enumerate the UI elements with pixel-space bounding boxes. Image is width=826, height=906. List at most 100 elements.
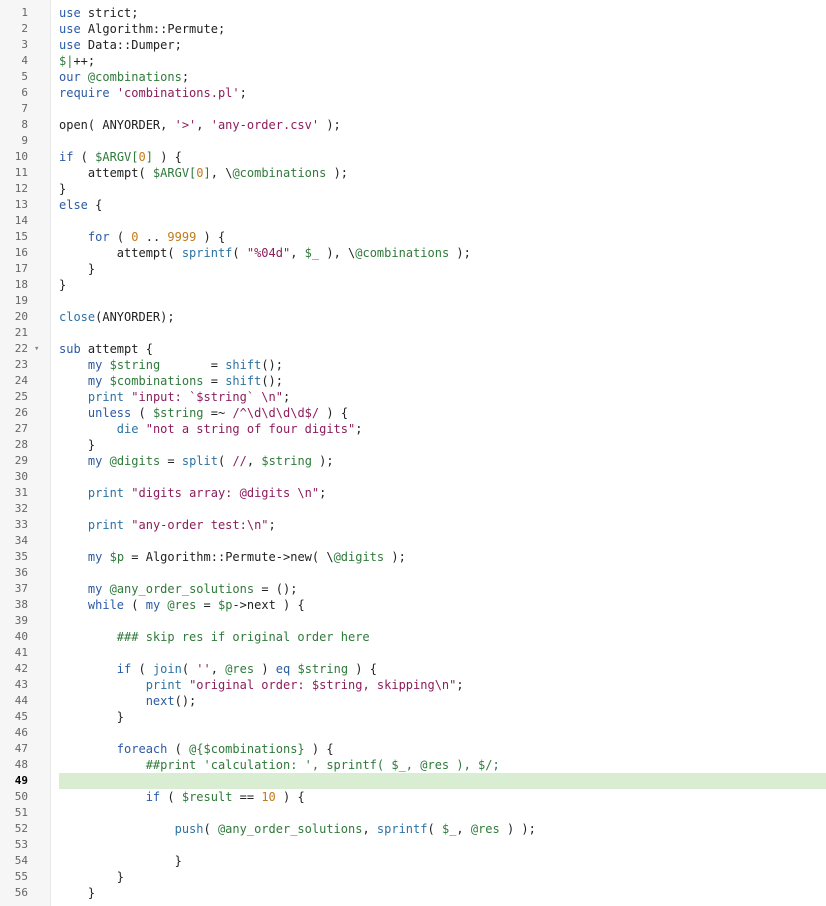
code-editor[interactable]: 1 2 3 4 5 6 7 8 9 10 11 12 13 14 15 16 17 18 19 20 21 22 ▾ 23 24… xyxy=(0,0,826,906)
code-token: $| xyxy=(59,54,74,68)
code-line[interactable]: attempt( sprintf( "%04d", $_ ), \@combin… xyxy=(59,245,471,261)
code-token: "original order: $string, skipping\n" xyxy=(189,678,457,692)
code-line[interactable]: if ( $ARGV[0] ) { xyxy=(59,149,182,165)
code-area[interactable]: use strict; use Algorithm::Permute; use Da… xyxy=(50,0,826,906)
fold-toggle-icon[interactable]: ▾ xyxy=(34,341,39,357)
code-line[interactable]: use strict; xyxy=(59,5,138,21)
code-token: require xyxy=(59,86,110,100)
line-number: 51 xyxy=(14,806,28,819)
code-token: ) ); xyxy=(499,822,536,836)
code-line[interactable]: if ( join( '', @res ) eq $string ) { xyxy=(59,661,377,677)
code-token: my xyxy=(145,598,161,612)
code-line[interactable]: print "digits array: @digits \n"; xyxy=(59,485,326,501)
code-token: our xyxy=(59,70,81,84)
code-line[interactable]: print "original order: $string, skipping… xyxy=(59,677,464,693)
code-token: { xyxy=(87,198,103,212)
code-line[interactable]: } xyxy=(59,437,95,453)
code-line[interactable]: } xyxy=(59,277,66,293)
code-line[interactable]: } xyxy=(59,181,66,197)
code-token: use xyxy=(59,38,81,52)
code-token: $string xyxy=(297,662,349,676)
code-token: ++; xyxy=(73,54,96,68)
code-token: ( xyxy=(232,246,247,260)
code-token: , \ xyxy=(210,166,233,180)
code-token: ( xyxy=(167,742,190,756)
code-line[interactable]: use Data::Dumper; xyxy=(59,37,182,53)
code-token: ); xyxy=(319,118,341,132)
code-line[interactable]: my $string = shift(); xyxy=(59,357,283,373)
code-line[interactable]: require 'combinations.pl'; xyxy=(59,85,247,101)
code-token: ) { xyxy=(196,230,226,244)
code-token: @combinations xyxy=(355,246,450,260)
code-line[interactable]: else { xyxy=(59,197,102,213)
code-line[interactable]: print "any-order test:\n"; xyxy=(59,517,276,533)
code-line[interactable]: } xyxy=(59,709,124,725)
code-line[interactable]: our @combinations; xyxy=(59,69,189,85)
code-token: } xyxy=(59,182,67,196)
code-token: @res xyxy=(470,822,500,836)
line-number: 13 xyxy=(14,198,28,211)
line-number: 54 xyxy=(14,854,28,867)
line-number: 6 xyxy=(21,86,28,99)
code-line[interactable]: ### skip res if original order here xyxy=(59,629,370,645)
line-number: 26 xyxy=(14,406,28,419)
code-line[interactable]: $|++; xyxy=(59,53,95,69)
code-token: 0 xyxy=(196,166,204,180)
code-token: $result xyxy=(181,790,233,804)
code-token: @any_order_solutions xyxy=(217,822,363,836)
code-token: } xyxy=(59,886,96,900)
code-line[interactable]: attempt( $ARGV[0], \@combinations ); xyxy=(59,165,348,181)
code-token: = xyxy=(203,374,226,388)
line-number: 56 xyxy=(14,886,28,899)
code-line[interactable]: my $p = Algorithm::Permute->new( \@digit… xyxy=(59,549,406,565)
code-token: ( xyxy=(427,822,442,836)
code-line[interactable]: foreach ( @{$combinations} ) { xyxy=(59,741,334,757)
code-token: if xyxy=(116,662,132,676)
code-line[interactable]: if ( $result == 10 ) { xyxy=(59,789,305,805)
code-token: (ANYORDER); xyxy=(95,310,175,324)
code-line[interactable]: my $combinations = shift(); xyxy=(59,373,283,389)
line-number: 22 xyxy=(14,342,28,355)
code-line[interactable]: sub attempt { xyxy=(59,341,153,357)
code-line[interactable]: } xyxy=(59,261,95,277)
code-line[interactable]: print "input: `$string` \n"; xyxy=(59,389,290,405)
code-token: '' xyxy=(196,662,211,676)
code-line[interactable]: push( @any_order_solutions, sprintf( $_,… xyxy=(59,821,536,837)
code-line[interactable]: } xyxy=(59,853,182,869)
code-token: @res xyxy=(167,598,197,612)
code-token: $_ xyxy=(441,822,457,836)
code-line[interactable]: die "not a string of four digits"; xyxy=(59,421,363,437)
code-line[interactable]: close(ANYORDER); xyxy=(59,309,175,325)
line-number: 36 xyxy=(14,566,28,579)
code-line[interactable]: my @any_order_solutions = (); xyxy=(59,581,298,597)
code-token: @digits xyxy=(109,454,161,468)
code-line[interactable]: for ( 0 .. 9999 ) { xyxy=(59,229,225,245)
code-token: ), \ xyxy=(319,246,356,260)
code-line[interactable]: ##print 'calculation: ', sprintf( $_, @r… xyxy=(59,757,500,773)
code-line[interactable]: my @digits = split( //, $string ); xyxy=(59,453,334,469)
code-token: 9999 xyxy=(167,230,197,244)
code-token: $_ xyxy=(304,246,320,260)
code-line[interactable]: next(); xyxy=(59,693,197,709)
code-line[interactable]: } xyxy=(59,885,95,901)
code-line[interactable]: unless ( $string =~ /^\d\d\d\d$/ ) { xyxy=(59,405,348,421)
code-token: , xyxy=(290,246,305,260)
code-token: , xyxy=(210,662,226,676)
line-number: 15 xyxy=(14,230,28,243)
code-line[interactable]: } xyxy=(59,869,124,885)
code-token: ##print 'calculation: ', sprintf( $_, @r… xyxy=(145,758,500,772)
code-token: Data::Dumper; xyxy=(80,38,182,52)
code-line[interactable]: use Algorithm::Permute; xyxy=(59,21,225,37)
code-token: next xyxy=(145,694,175,708)
code-line[interactable]: while ( my @res = $p->next ) { xyxy=(59,597,305,613)
line-number: 39 xyxy=(14,614,28,627)
code-line[interactable]: open( ANYORDER, '>', 'any-order.csv' ); xyxy=(59,117,341,133)
line-number: 29 xyxy=(14,454,28,467)
code-token: attempt { xyxy=(80,342,153,356)
code-token: (); xyxy=(261,358,284,372)
